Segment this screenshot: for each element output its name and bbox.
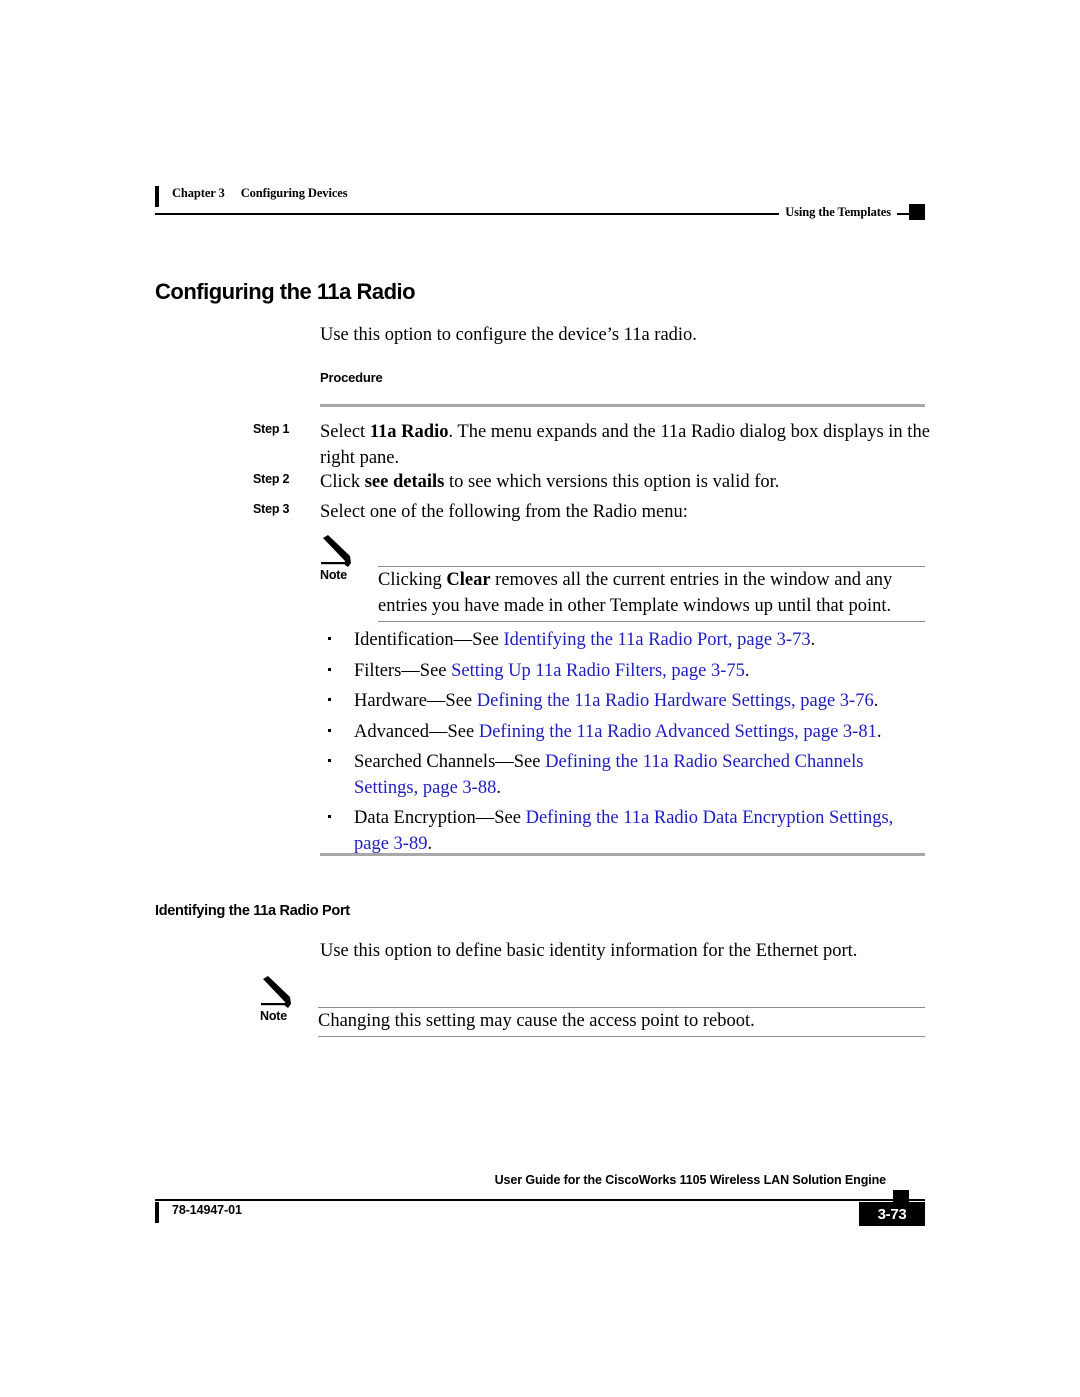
list-item-lead: Identification—See (354, 630, 504, 650)
list-item: Hardware—See Defining the 11a Radio Hard… (322, 689, 927, 715)
subsection-title: Identifying the 11a Radio Port (155, 903, 350, 919)
header-left-bar (155, 186, 159, 207)
list-item: Data Encryption—See Defining the 11a Rad… (322, 806, 927, 857)
note-label: Note (320, 568, 347, 582)
running-footer: User Guide for the CiscoWorks 1105 Wirel… (155, 1172, 925, 1226)
bullet-marker (328, 728, 331, 732)
document-page: Chapter 3 Configuring Devices Using the T… (0, 0, 1080, 1397)
procedure-bottom-rule (320, 853, 925, 856)
bullet-marker (328, 667, 331, 671)
list-item: Searched Channels—See Defining the 11a R… (322, 750, 927, 801)
footer-rule (155, 1199, 925, 1201)
list-item-lead: Advanced—See (354, 721, 479, 742)
bullet-marker (328, 698, 331, 701)
list-item-tail: . (744, 660, 750, 681)
list-item-lead: Filters—See (354, 660, 452, 681)
step-text-emphasis: 11a Radio (369, 422, 449, 442)
section-intro-paragraph: Use this option to configure the device’… (320, 325, 697, 345)
footer-document-number: 78-14947-01 (172, 1203, 242, 1217)
procedure-top-rule (320, 404, 925, 407)
step-label: Step 1 (253, 422, 290, 436)
list-item: Identification—See Identifying the 11a R… (322, 628, 927, 654)
subsection-intro-paragraph: Use this option to define basic identity… (320, 941, 858, 961)
note-text-lead: Clicking (378, 570, 447, 590)
step-label: Step 2 (253, 472, 290, 486)
note-label: Note (260, 1009, 287, 1023)
cross-reference-link[interactable]: Defining the 11a Radio Advanced Settings… (479, 722, 877, 742)
note-top-rule (318, 1007, 925, 1008)
step-text: Select one of the following from the Rad… (320, 500, 943, 526)
procedure-label: Procedure (320, 370, 383, 385)
note-text: Changing this setting may cause the acce… (318, 1009, 923, 1035)
bullet-marker (328, 637, 331, 640)
footer-guide-title: User Guide for the CiscoWorks 1105 Wirel… (489, 1173, 891, 1187)
step-text-lead: Select (320, 422, 370, 442)
list-item-tail: . (427, 833, 433, 854)
page-number-box: 3-73 (859, 1202, 925, 1226)
list-item-lead: Hardware—See (354, 691, 477, 711)
step-label: Step 3 (253, 502, 290, 516)
step-text-emphasis: see details (364, 472, 445, 492)
step-text-lead: Select one of the following from the Rad… (320, 502, 688, 522)
list-item-tail: . (876, 721, 882, 742)
running-header: Chapter 3 Configuring Devices Using the T… (155, 186, 925, 228)
procedure-step: Step 3 Select one of the following from … (253, 500, 943, 526)
cross-reference-link[interactable]: Setting Up 11a Radio Filters, page 3-75 (451, 661, 745, 681)
step-text-lead: Click (320, 472, 365, 492)
list-item: Advanced—See Defining the 11a Radio Adva… (322, 720, 927, 746)
bullet-marker (328, 815, 331, 818)
list-item-tail: . (496, 777, 501, 798)
note-text-emphasis: Clear (446, 570, 491, 590)
list-item-lead: Searched Channels—See (354, 752, 546, 772)
procedure-step: Step 1 Select 11a Radio. The menu expand… (253, 420, 943, 471)
note-bottom-rule (378, 621, 925, 622)
header-square-marker (909, 204, 925, 220)
list-item-tail: . (873, 691, 879, 711)
pencil-icon (320, 535, 360, 569)
breadcrumb-chapter-number: Chapter 3 (172, 186, 225, 200)
note-text-lead: Changing this setting may cause the acce… (318, 1011, 755, 1031)
header-section-title: Using the Templates (779, 205, 897, 220)
footer-left-bar (155, 1202, 159, 1223)
note-text: Clicking Clear removes all the current e… (378, 568, 923, 619)
cross-reference-list: Identification—See Identifying the 11a R… (322, 628, 927, 862)
step-text: Click see details to see which versions … (320, 470, 943, 496)
pencil-icon (260, 976, 300, 1010)
breadcrumb: Chapter 3 Configuring Devices (172, 186, 348, 201)
list-item-lead: Data Encryption—See (354, 808, 526, 828)
step-text: Select 11a Radio. The menu expands and t… (320, 420, 943, 471)
breadcrumb-chapter-title: Configuring Devices (240, 186, 348, 200)
note-bottom-rule (318, 1036, 925, 1037)
cross-reference-link[interactable]: Identifying the 11a Radio Port, page 3-7… (504, 630, 811, 650)
step-text-tail: to see which versions this option is val… (444, 472, 780, 492)
note-top-rule (378, 566, 925, 567)
procedure-step: Step 2 Click see details to see which ve… (253, 470, 943, 496)
bullet-marker (328, 759, 331, 762)
page-title: Configuring the 11a Radio (155, 279, 416, 304)
list-item-tail: . (810, 630, 816, 650)
cross-reference-link[interactable]: Defining the 11a Radio Hardware Settings… (477, 691, 874, 711)
list-item: Filters—See Setting Up 11a Radio Filters… (322, 659, 927, 685)
